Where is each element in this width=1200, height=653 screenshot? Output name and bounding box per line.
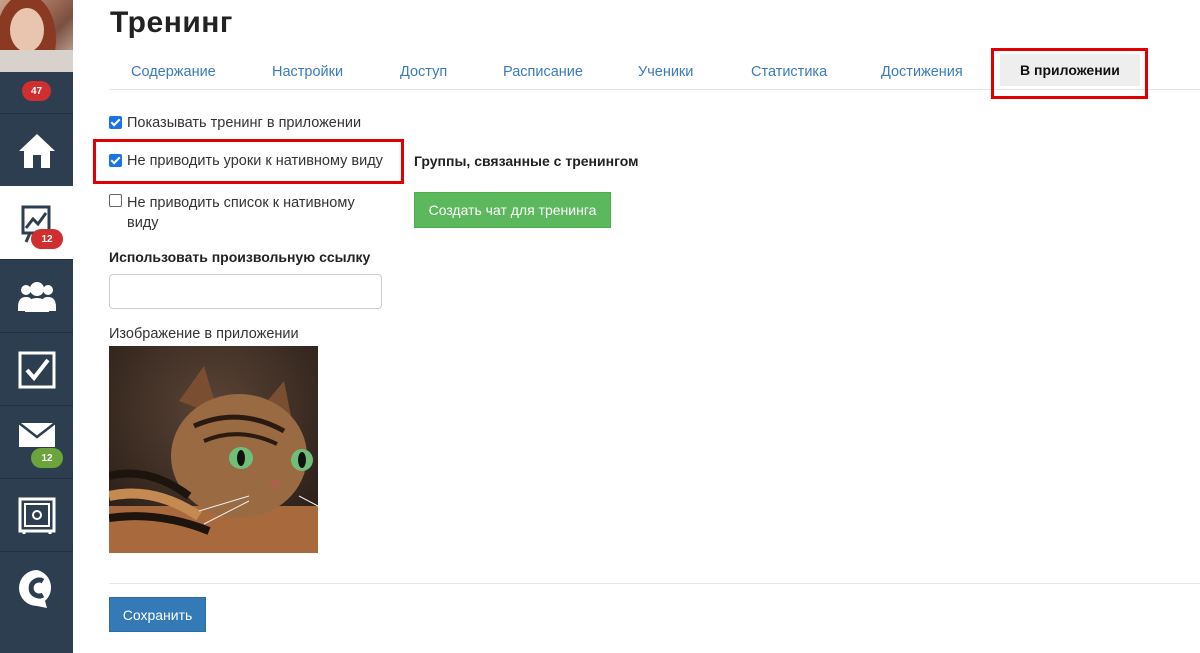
no-native-list-checkbox[interactable]: [109, 194, 122, 207]
tab-achievements[interactable]: Достижения: [881, 50, 963, 89]
save-button[interactable]: Сохранить: [109, 597, 206, 632]
notification-badge[interactable]: 47: [22, 81, 51, 101]
show-in-app-label[interactable]: Показывать тренинг в приложении: [127, 115, 361, 131]
divider: [109, 583, 1200, 584]
users-icon: [17, 281, 56, 312]
custom-link-label: Использовать произвольную ссылку: [109, 249, 371, 265]
no-native-list-label-line2[interactable]: виду: [127, 215, 159, 231]
home-icon: [18, 133, 55, 168]
sidebar-item-users[interactable]: [0, 259, 73, 333]
show-in-app-checkbox[interactable]: [109, 116, 122, 129]
no-native-list-label[interactable]: Не приводить список к нативному: [127, 195, 355, 211]
tab-statistics[interactable]: Статистика: [751, 50, 827, 89]
no-native-list-row: Не приводить список к нативному виду: [109, 193, 355, 233]
tab-students[interactable]: Ученики: [638, 50, 693, 89]
custom-link-input[interactable]: [109, 274, 382, 309]
sidebar-item-messages[interactable]: 12: [0, 405, 73, 479]
messages-badge: 12: [31, 448, 63, 468]
tab-content[interactable]: Содержание: [131, 50, 216, 89]
create-chat-button[interactable]: Создать чат для тренинга: [414, 192, 611, 228]
tab-highlight-frame: [991, 48, 1148, 99]
trainings-badge: 12: [31, 229, 63, 249]
page-title: Тренинг: [110, 6, 233, 39]
sidebar-item-tasks[interactable]: [0, 332, 73, 406]
groups-title: Группы, связанные с тренингом: [414, 153, 639, 169]
chat-c-icon: [18, 569, 51, 608]
app-image-preview[interactable]: [109, 346, 318, 553]
avatar[interactable]: [0, 0, 73, 72]
checkbox-icon: [18, 351, 55, 388]
mail-icon: [18, 422, 55, 447]
sidebar: 47 12 12: [0, 0, 73, 653]
sidebar-item-home[interactable]: [0, 113, 73, 187]
sidebar-item-chat[interactable]: [0, 551, 73, 625]
tab-settings[interactable]: Настройки: [272, 50, 343, 89]
tab-access[interactable]: Доступ: [400, 50, 447, 89]
checkbox-highlight-frame: [93, 139, 404, 184]
sidebar-item-trainings[interactable]: 12: [0, 186, 73, 260]
tab-schedule[interactable]: Расписание: [503, 50, 583, 89]
show-in-app-row: Показывать тренинг в приложении: [109, 115, 361, 131]
cat-image: [109, 346, 318, 553]
safe-icon: [18, 497, 55, 534]
app-image-label: Изображение в приложении: [109, 326, 299, 342]
sidebar-item-sales[interactable]: [0, 478, 73, 552]
